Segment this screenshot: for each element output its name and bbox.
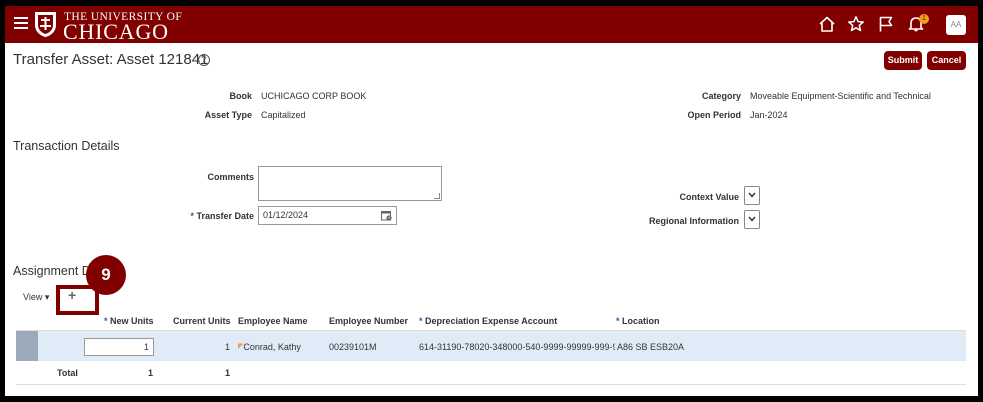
row-selector[interactable]: [16, 331, 38, 361]
view-menu[interactable]: View ▾: [23, 292, 49, 303]
transfer-date-value: 01/12/2024: [263, 210, 309, 220]
flag-icon[interactable]: [877, 15, 895, 33]
asset-type-value: Capitalized: [261, 110, 306, 120]
view-menu-label: View: [23, 292, 43, 302]
col-new-units-label: New Units: [110, 316, 154, 326]
cancel-button[interactable]: Cancel: [927, 51, 966, 70]
location-cell: A86 SB ESB20A: [617, 342, 685, 352]
transfer-date-input[interactable]: 01/12/2024: [258, 206, 397, 225]
submit-button[interactable]: Submit: [884, 51, 922, 70]
total-new-units: 1: [148, 368, 154, 378]
comments-textarea[interactable]: [258, 166, 442, 201]
assignment-details-heading: Assignment D: [13, 264, 91, 278]
category-label: Category: [701, 91, 741, 101]
col-account: * Depreciation Expense Account: [419, 316, 557, 326]
col-employee-number: Employee Number: [329, 316, 409, 326]
chevron-down-icon: [748, 192, 756, 198]
col-current-units: Current Units: [173, 316, 231, 326]
star-icon[interactable]: [847, 15, 865, 33]
open-period-label: Open Period: [687, 110, 741, 120]
home-icon[interactable]: [818, 15, 836, 33]
regional-information-dropdown[interactable]: [744, 210, 760, 229]
transfer-date-label-wrap: * Transfer Date: [190, 211, 254, 221]
step-callout-badge: 9: [86, 255, 126, 295]
totals-row: Total 1 1: [16, 361, 966, 385]
col-account-label: Depreciation Expense Account: [425, 316, 558, 326]
employee-number-cell: 00239101M: [329, 342, 377, 352]
employee-name-value: Conrad, Kathy: [243, 342, 301, 352]
caret-down-icon: ▾: [44, 292, 50, 302]
required-asterisk: *: [190, 211, 194, 221]
user-avatar[interactable]: AA: [946, 15, 966, 35]
category-value: Moveable Equipment-Scientific and Techni…: [750, 91, 931, 101]
col-new-units: * New Units: [104, 316, 154, 326]
col-location-label: Location: [622, 316, 660, 326]
required-asterisk: *: [616, 316, 620, 326]
menu-icon[interactable]: [14, 17, 28, 29]
book-label: Book: [229, 91, 253, 101]
shield-icon: [35, 12, 56, 37]
current-units-cell: 1: [225, 342, 231, 352]
context-value-label: Context Value: [679, 192, 739, 202]
total-current-units: 1: [225, 368, 231, 378]
help-icon[interactable]: ?: [198, 54, 210, 66]
total-label: Total: [57, 368, 78, 378]
transaction-details-heading: Transaction Details: [13, 139, 120, 153]
calendar-icon[interactable]: [381, 210, 392, 221]
open-period-value: Jan-2024: [750, 110, 788, 120]
context-value-dropdown[interactable]: [744, 186, 760, 205]
employee-name-cell[interactable]: ◤Conrad, Kathy: [238, 342, 301, 352]
col-employee-name: Employee Name: [238, 316, 308, 326]
app-window: THE UNIVERSITY OF CHICAGO 1 AA Transfer …: [5, 6, 978, 396]
comments-label: Comments: [207, 172, 254, 182]
required-asterisk: *: [419, 316, 423, 326]
account-cell: 614-31190-78020-348000-540-9999-99999-99…: [419, 342, 615, 352]
transfer-date-label: Transfer Date: [196, 211, 254, 221]
assignment-table-header: * New Units Current Units Employee Name …: [16, 309, 966, 331]
page-title: Transfer Asset: Asset 121841: [13, 51, 209, 68]
table-row[interactable]: 1 1 ◤Conrad, Kathy 00239101M 614-31190-7…: [16, 331, 966, 361]
notification-badge: 1: [919, 14, 929, 24]
col-location: * Location: [616, 316, 660, 326]
book-value: UCHICAGO CORP BOOK: [261, 91, 367, 101]
asset-type-label: Asset Type: [204, 110, 252, 120]
regional-information-label: Regional Information: [649, 216, 739, 226]
required-asterisk: *: [104, 316, 108, 326]
chevron-down-icon: [748, 216, 756, 222]
new-units-input[interactable]: 1: [84, 338, 154, 356]
logo-line-2: CHICAGO: [63, 19, 169, 44]
resize-handle[interactable]: [434, 193, 440, 199]
global-header: THE UNIVERSITY OF CHICAGO 1 AA: [5, 6, 978, 44]
